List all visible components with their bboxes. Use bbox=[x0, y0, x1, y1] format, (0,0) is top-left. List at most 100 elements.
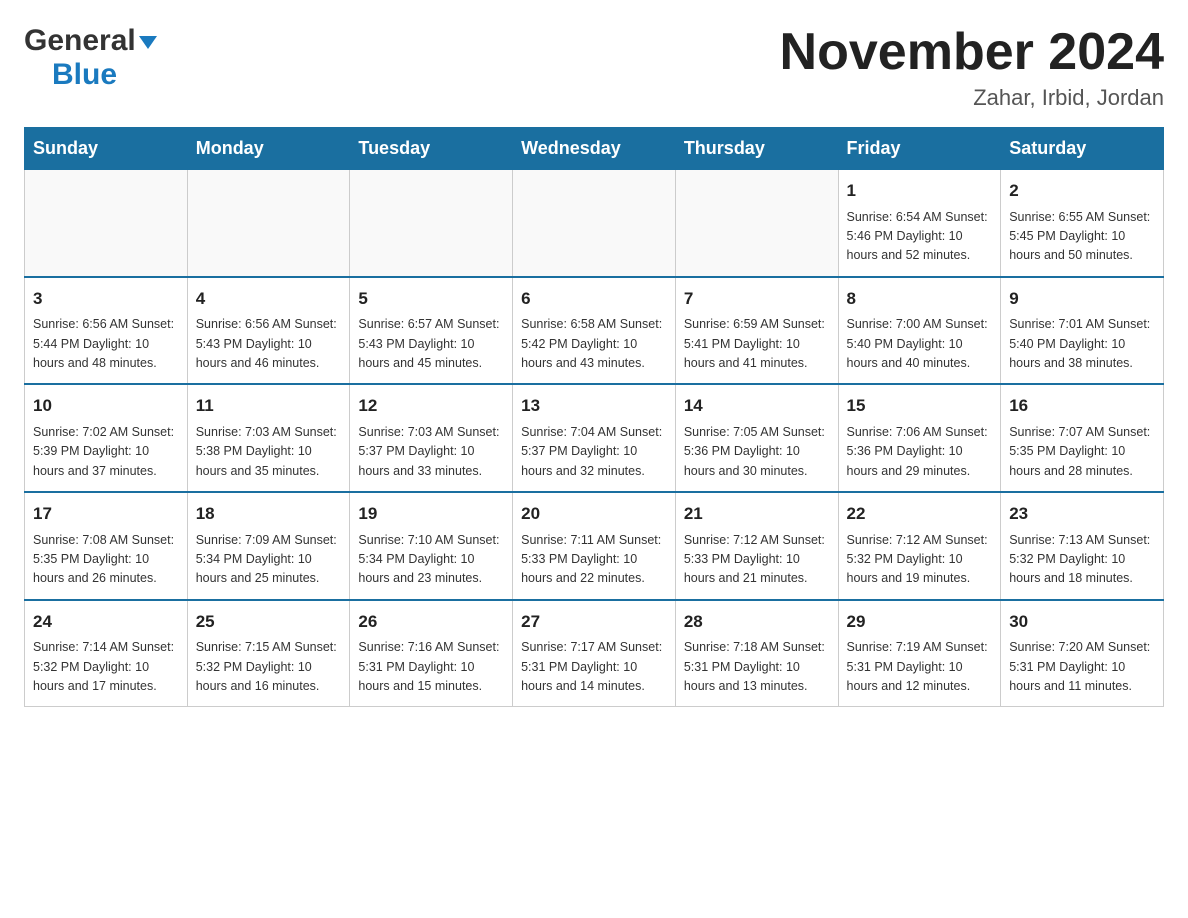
day-info: Sunrise: 7:15 AM Sunset: 5:32 PM Dayligh… bbox=[196, 638, 342, 696]
table-row: 26 Sunrise: 7:16 AM Sunset: 5:31 PM Dayli… bbox=[350, 600, 513, 707]
table-row: 18Sunrise: 7:09 AM Sunset: 5:34 PM Dayli… bbox=[187, 492, 350, 600]
table-row: 21 Sunrise: 7:12 AM Sunset: 5:33 PM Dayli… bbox=[675, 492, 838, 600]
table-row: 3 Sunrise: 6:56 AM Sunset: 5:44 PM Daylig… bbox=[25, 277, 188, 385]
day-number: 10 bbox=[33, 393, 179, 419]
day-info: Sunrise: 7:13 AM Sunset: 5:32 PM Dayligh… bbox=[1009, 531, 1155, 589]
table-row: 29 Sunrise: 7:19 AM Sunset: 5:31 PM Dayli… bbox=[838, 600, 1001, 707]
table-row: 2 Sunrise: 6:55 AM Sunset: 5:45 PM Daylig… bbox=[1001, 170, 1164, 277]
table-row: 8Sunrise: 7:00 AM Sunset: 5:40 PM Daylig… bbox=[838, 277, 1001, 385]
day-info: Sunrise: 7:20 AM Sunset: 5:31 PM Dayligh… bbox=[1009, 638, 1155, 696]
day-info: Sunrise: 7:03 AM Sunset: 5:37 PM Dayligh… bbox=[358, 423, 504, 481]
table-row: 11 Sunrise: 7:03 AM Sunset: 5:38 PM Dayli… bbox=[187, 384, 350, 492]
calendar-week-row: 10 Sunrise: 7:02 AM Sunset: 5:39 PM Dayli… bbox=[25, 384, 1164, 492]
day-number: 6 bbox=[521, 286, 667, 312]
day-number: 24 bbox=[33, 609, 179, 635]
day-number: 9 bbox=[1009, 286, 1155, 312]
day-info: Sunrise: 6:55 AM Sunset: 5:45 PM Dayligh… bbox=[1009, 208, 1155, 266]
day-info: Sunrise: 7:11 AM Sunset: 5:33 PM Dayligh… bbox=[521, 531, 667, 589]
day-info: Sunrise: 7:02 AM Sunset: 5:39 PM Dayligh… bbox=[33, 423, 179, 481]
table-row: 12 Sunrise: 7:03 AM Sunset: 5:37 PM Dayli… bbox=[350, 384, 513, 492]
col-thursday: Thursday bbox=[675, 128, 838, 170]
day-number: 12 bbox=[358, 393, 504, 419]
day-info: Sunrise: 7:07 AM Sunset: 5:35 PM Dayligh… bbox=[1009, 423, 1155, 481]
table-row: 24 Sunrise: 7:14 AM Sunset: 5:32 PM Dayli… bbox=[25, 600, 188, 707]
day-info: Sunrise: 6:56 AM Sunset: 5:44 PM Dayligh… bbox=[33, 315, 179, 373]
table-row bbox=[187, 170, 350, 277]
day-number: 1 bbox=[847, 178, 993, 204]
day-info: Sunrise: 7:19 AM Sunset: 5:31 PM Dayligh… bbox=[847, 638, 993, 696]
logo: General Blue bbox=[24, 24, 157, 92]
table-row: 19 Sunrise: 7:10 AM Sunset: 5:34 PM Dayli… bbox=[350, 492, 513, 600]
table-row: 15 Sunrise: 7:06 AM Sunset: 5:36 PM Dayli… bbox=[838, 384, 1001, 492]
day-info: Sunrise: 6:59 AM Sunset: 5:41 PM Dayligh… bbox=[684, 315, 830, 373]
table-row: 16 Sunrise: 7:07 AM Sunset: 5:35 PM Dayli… bbox=[1001, 384, 1164, 492]
table-row: 9 Sunrise: 7:01 AM Sunset: 5:40 PM Daylig… bbox=[1001, 277, 1164, 385]
table-row: 13 Sunrise: 7:04 AM Sunset: 5:37 PM Dayli… bbox=[513, 384, 676, 492]
day-info: Sunrise: 7:18 AM Sunset: 5:31 PM Dayligh… bbox=[684, 638, 830, 696]
logo-triangle-icon bbox=[139, 36, 157, 49]
day-info: Sunrise: 7:17 AM Sunset: 5:31 PM Dayligh… bbox=[521, 638, 667, 696]
day-number: 16 bbox=[1009, 393, 1155, 419]
table-row bbox=[513, 170, 676, 277]
table-row: 17Sunrise: 7:08 AM Sunset: 5:35 PM Dayli… bbox=[25, 492, 188, 600]
day-info: Sunrise: 7:04 AM Sunset: 5:37 PM Dayligh… bbox=[521, 423, 667, 481]
table-row bbox=[350, 170, 513, 277]
day-info: Sunrise: 7:14 AM Sunset: 5:32 PM Dayligh… bbox=[33, 638, 179, 696]
day-number: 26 bbox=[358, 609, 504, 635]
day-number: 14 bbox=[684, 393, 830, 419]
page-header: General Blue November 2024 Zahar, Irbid,… bbox=[24, 24, 1164, 111]
day-number: 11 bbox=[196, 393, 342, 419]
day-number: 25 bbox=[196, 609, 342, 635]
calendar-table: Sunday Monday Tuesday Wednesday Thursday… bbox=[24, 127, 1164, 707]
table-row: 7 Sunrise: 6:59 AM Sunset: 5:41 PM Daylig… bbox=[675, 277, 838, 385]
table-row: 4Sunrise: 6:56 AM Sunset: 5:43 PM Daylig… bbox=[187, 277, 350, 385]
table-row: 1 Sunrise: 6:54 AM Sunset: 5:46 PM Daylig… bbox=[838, 170, 1001, 277]
day-info: Sunrise: 7:06 AM Sunset: 5:36 PM Dayligh… bbox=[847, 423, 993, 481]
table-row bbox=[675, 170, 838, 277]
day-number: 29 bbox=[847, 609, 993, 635]
day-number: 28 bbox=[684, 609, 830, 635]
day-number: 27 bbox=[521, 609, 667, 635]
day-info: Sunrise: 7:00 AM Sunset: 5:40 PM Dayligh… bbox=[847, 315, 993, 373]
day-info: Sunrise: 6:54 AM Sunset: 5:46 PM Dayligh… bbox=[847, 208, 993, 266]
day-info: Sunrise: 7:16 AM Sunset: 5:31 PM Dayligh… bbox=[358, 638, 504, 696]
day-info: Sunrise: 7:09 AM Sunset: 5:34 PM Dayligh… bbox=[196, 531, 342, 589]
day-number: 19 bbox=[358, 501, 504, 527]
table-row: 5 Sunrise: 6:57 AM Sunset: 5:43 PM Daylig… bbox=[350, 277, 513, 385]
location: Zahar, Irbid, Jordan bbox=[780, 85, 1164, 111]
day-info: Sunrise: 7:05 AM Sunset: 5:36 PM Dayligh… bbox=[684, 423, 830, 481]
table-row: 28 Sunrise: 7:18 AM Sunset: 5:31 PM Dayli… bbox=[675, 600, 838, 707]
logo-blue-text: Blue bbox=[52, 58, 117, 91]
day-info: Sunrise: 7:10 AM Sunset: 5:34 PM Dayligh… bbox=[358, 531, 504, 589]
table-row: 20 Sunrise: 7:11 AM Sunset: 5:33 PM Dayli… bbox=[513, 492, 676, 600]
day-number: 17 bbox=[33, 501, 179, 527]
day-number: 7 bbox=[684, 286, 830, 312]
day-info: Sunrise: 7:03 AM Sunset: 5:38 PM Dayligh… bbox=[196, 423, 342, 481]
day-info: Sunrise: 6:57 AM Sunset: 5:43 PM Dayligh… bbox=[358, 315, 504, 373]
day-number: 22 bbox=[847, 501, 993, 527]
table-row: 6Sunrise: 6:58 AM Sunset: 5:42 PM Daylig… bbox=[513, 277, 676, 385]
col-friday: Friday bbox=[838, 128, 1001, 170]
day-number: 21 bbox=[684, 501, 830, 527]
day-number: 2 bbox=[1009, 178, 1155, 204]
day-info: Sunrise: 7:01 AM Sunset: 5:40 PM Dayligh… bbox=[1009, 315, 1155, 373]
col-saturday: Saturday bbox=[1001, 128, 1164, 170]
day-info: Sunrise: 7:12 AM Sunset: 5:33 PM Dayligh… bbox=[684, 531, 830, 589]
table-row bbox=[25, 170, 188, 277]
table-row: 27 Sunrise: 7:17 AM Sunset: 5:31 PM Dayli… bbox=[513, 600, 676, 707]
col-wednesday: Wednesday bbox=[513, 128, 676, 170]
day-number: 5 bbox=[358, 286, 504, 312]
day-number: 15 bbox=[847, 393, 993, 419]
col-tuesday: Tuesday bbox=[350, 128, 513, 170]
title-area: November 2024 Zahar, Irbid, Jordan bbox=[780, 24, 1164, 111]
day-number: 20 bbox=[521, 501, 667, 527]
logo-general-text: General bbox=[24, 24, 136, 58]
calendar-week-row: 24 Sunrise: 7:14 AM Sunset: 5:32 PM Dayli… bbox=[25, 600, 1164, 707]
table-row: 25 Sunrise: 7:15 AM Sunset: 5:32 PM Dayli… bbox=[187, 600, 350, 707]
day-number: 13 bbox=[521, 393, 667, 419]
day-info: Sunrise: 6:56 AM Sunset: 5:43 PM Dayligh… bbox=[196, 315, 342, 373]
table-row: 14 Sunrise: 7:05 AM Sunset: 5:36 PM Dayli… bbox=[675, 384, 838, 492]
col-monday: Monday bbox=[187, 128, 350, 170]
day-number: 3 bbox=[33, 286, 179, 312]
day-number: 30 bbox=[1009, 609, 1155, 635]
